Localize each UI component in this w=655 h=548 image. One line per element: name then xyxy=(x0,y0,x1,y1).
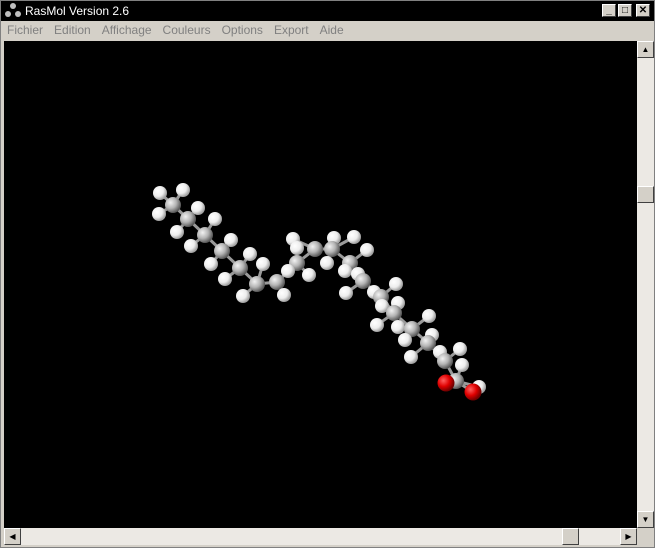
hydrogen-atom[interactable] xyxy=(176,183,190,197)
carbon-atom[interactable] xyxy=(180,211,196,227)
hydrogen-atom[interactable] xyxy=(391,320,405,334)
menu-bar: Fichier Edition Affichage Couleurs Optio… xyxy=(1,21,654,40)
hydrogen-atom[interactable] xyxy=(290,241,304,255)
rasmol-app-icon[interactable] xyxy=(5,3,21,19)
window-title: RasMol Version 2.6 xyxy=(25,4,130,18)
atom-layer xyxy=(152,183,486,401)
hydrogen-atom[interactable] xyxy=(277,288,291,302)
scroll-right-button[interactable]: ▶ xyxy=(620,528,637,545)
hydrogen-atom[interactable] xyxy=(455,358,469,372)
hydrogen-atom[interactable] xyxy=(236,289,250,303)
carbon-atom[interactable] xyxy=(269,274,285,290)
horizontal-scrollbar[interactable]: ◀ ▶ xyxy=(4,528,637,545)
hydrogen-atom[interactable] xyxy=(404,350,418,364)
menu-export[interactable]: Export xyxy=(268,21,314,40)
hydrogen-atom[interactable] xyxy=(338,264,352,278)
carbon-atom[interactable] xyxy=(420,335,436,351)
hydrogen-atom[interactable] xyxy=(281,264,295,278)
close-button[interactable]: ✕ xyxy=(636,4,650,17)
vertical-scroll-thumb[interactable] xyxy=(637,186,654,203)
hydrogen-atom[interactable] xyxy=(243,247,257,261)
hydrogen-atom[interactable] xyxy=(360,243,374,257)
maximize-button[interactable]: □ xyxy=(618,4,632,17)
hydrogen-atom[interactable] xyxy=(152,207,166,221)
hydrogen-atom[interactable] xyxy=(339,286,353,300)
carbon-atom[interactable] xyxy=(214,243,230,259)
oxygen-atom[interactable] xyxy=(437,374,455,392)
scroll-up-button[interactable]: ▲ xyxy=(637,41,654,58)
app-window: RasMol Version 2.6 _ □ ✕ Fichier Edition… xyxy=(0,0,655,548)
hydrogen-atom[interactable] xyxy=(302,268,316,282)
hydrogen-atom[interactable] xyxy=(153,186,167,200)
menu-aide[interactable]: Aide xyxy=(314,21,349,40)
molecule-viewport[interactable] xyxy=(4,41,637,528)
menu-options[interactable]: Options xyxy=(216,21,268,40)
carbon-atom[interactable] xyxy=(437,353,453,369)
vertical-scrollbar[interactable]: ▲ ▼ xyxy=(637,41,654,528)
carbon-atom[interactable] xyxy=(307,241,323,257)
scroll-down-button[interactable]: ▼ xyxy=(637,511,654,528)
title-bar[interactable]: RasMol Version 2.6 _ □ ✕ xyxy=(1,1,654,21)
carbon-atom[interactable] xyxy=(165,197,181,213)
minimize-button[interactable]: _ xyxy=(602,4,616,17)
molecule-render[interactable] xyxy=(4,41,637,528)
horizontal-scroll-thumb[interactable] xyxy=(562,528,579,545)
hydrogen-atom[interactable] xyxy=(204,257,218,271)
hydrogen-atom[interactable] xyxy=(422,309,436,323)
carbon-atom[interactable] xyxy=(249,276,265,292)
hydrogen-atom[interactable] xyxy=(453,342,467,356)
scroll-corner xyxy=(637,528,654,545)
hydrogen-atom[interactable] xyxy=(184,239,198,253)
carbon-atom[interactable] xyxy=(386,305,402,321)
hydrogen-atom[interactable] xyxy=(208,212,222,226)
hydrogen-atom[interactable] xyxy=(170,225,184,239)
menu-edition[interactable]: Edition xyxy=(48,21,96,40)
carbon-atom[interactable] xyxy=(355,273,371,289)
carbon-atom[interactable] xyxy=(197,227,213,243)
hydrogen-atom[interactable] xyxy=(320,256,334,270)
hydrogen-atom[interactable] xyxy=(398,333,412,347)
hydrogen-atom[interactable] xyxy=(370,318,384,332)
scroll-left-button[interactable]: ◀ xyxy=(4,528,21,545)
menu-affichage[interactable]: Affichage xyxy=(96,21,157,40)
hydrogen-atom[interactable] xyxy=(256,257,270,271)
carbon-atom[interactable] xyxy=(324,241,340,257)
oxygen-atom[interactable] xyxy=(464,383,482,401)
hydrogen-atom[interactable] xyxy=(389,277,403,291)
menu-fichier[interactable]: Fichier xyxy=(1,21,48,40)
hydrogen-atom[interactable] xyxy=(347,230,361,244)
menu-couleurs[interactable]: Couleurs xyxy=(157,21,216,40)
carbon-atom[interactable] xyxy=(232,260,248,276)
hydrogen-atom[interactable] xyxy=(218,272,232,286)
bond-layer xyxy=(157,188,481,394)
